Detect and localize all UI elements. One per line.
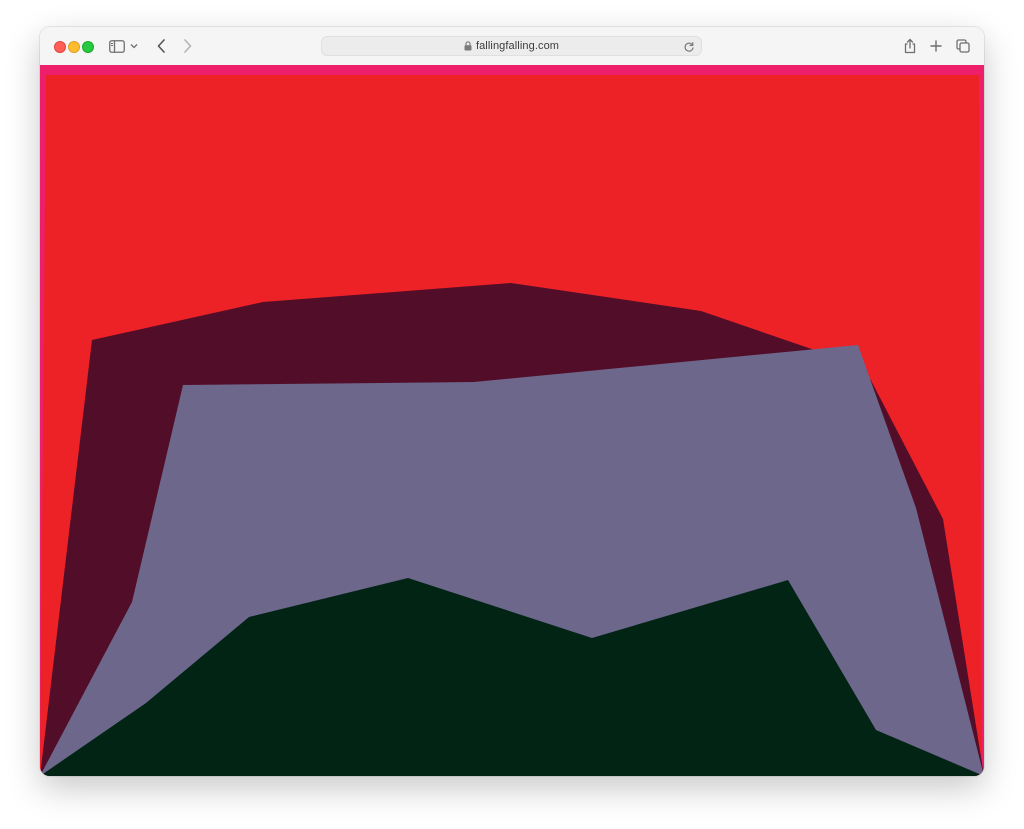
- close-window-button[interactable]: [54, 41, 66, 53]
- tabs-overview-icon: [956, 39, 970, 53]
- browser-toolbar: fallingfalling.com: [40, 27, 984, 66]
- tabs-overview-button[interactable]: [953, 36, 973, 56]
- new-tab-icon: [930, 40, 942, 52]
- forward-icon: [183, 39, 191, 53]
- share-button[interactable]: [900, 36, 920, 56]
- maximize-window-button[interactable]: [82, 41, 94, 53]
- page-content: [40, 65, 984, 776]
- lock-icon: [464, 41, 472, 51]
- sidebar-menu-button[interactable]: [128, 36, 140, 56]
- url-text: fallingfalling.com: [475, 40, 560, 52]
- address-bar[interactable]: fallingfalling.com: [321, 36, 702, 56]
- browser-window: fallingfalling.com: [40, 27, 984, 776]
- sidebar-toggle-button[interactable]: [107, 36, 127, 56]
- generative-artwork: [40, 65, 984, 776]
- forward-button[interactable]: [177, 36, 197, 56]
- share-icon: [904, 38, 916, 54]
- reload-icon[interactable]: [683, 40, 695, 58]
- back-button[interactable]: [151, 36, 171, 56]
- sidebar-icon: [109, 39, 125, 53]
- new-tab-button[interactable]: [926, 36, 946, 56]
- minimize-window-button[interactable]: [68, 41, 80, 53]
- chevron-down-icon: [130, 44, 138, 49]
- back-icon: [157, 39, 165, 53]
